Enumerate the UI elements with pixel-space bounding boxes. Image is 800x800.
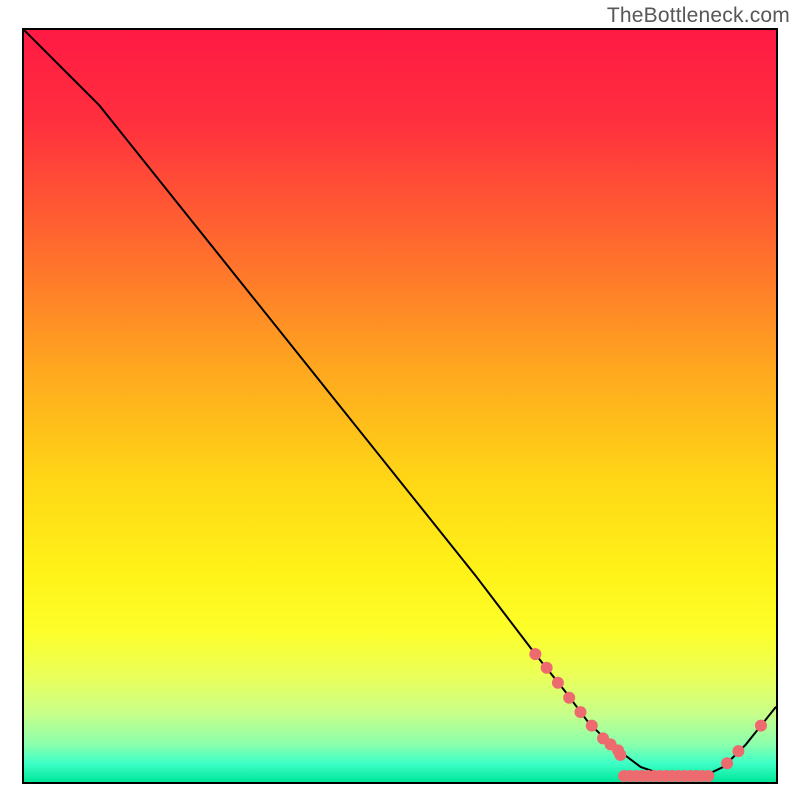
marker-dot [721, 757, 733, 769]
marker-dot [552, 677, 564, 689]
marker-dot [574, 706, 586, 718]
marker-dot [563, 692, 575, 704]
marker-dot [702, 770, 714, 782]
attribution-text: TheBottleneck.com [607, 4, 790, 28]
marker-dot [586, 720, 598, 732]
marker-dot [541, 662, 553, 674]
marker-dot [529, 648, 541, 660]
plot-area [22, 28, 778, 784]
marker-dot [614, 749, 626, 761]
chart-svg [24, 30, 776, 782]
chart-container: TheBottleneck.com [0, 0, 800, 800]
marker-dot [755, 720, 767, 732]
marker-dot [732, 745, 744, 757]
gradient-backdrop [24, 30, 776, 782]
